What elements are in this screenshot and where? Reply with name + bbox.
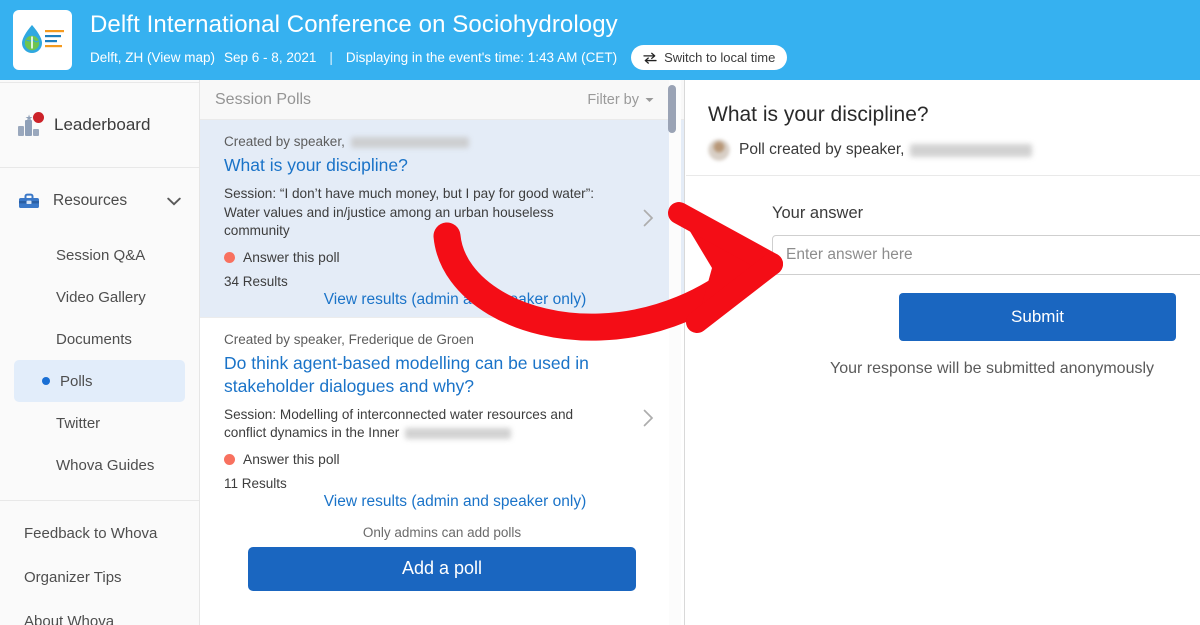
header-text-block: Delft International Conference on Socioh… [90, 10, 788, 70]
chevron-down-icon[interactable] [167, 197, 181, 206]
only-admins-note: Only admins can add polls [362, 524, 522, 540]
sidebar-item-about-whova[interactable]: About Whova [0, 599, 199, 625]
poll-detail-panel: What is your discipline? Poll created by… [686, 80, 1200, 625]
poll-answer-status: Answer this poll [224, 452, 666, 467]
sidebar: ★ Leaderboard Resources Session Q&A Vide… [0, 80, 200, 625]
page-title: Delft International Conference on Socioh… [90, 11, 618, 38]
polls-panel-title: Session Polls [215, 90, 312, 108]
answer-this-poll-label: Answer this poll [243, 249, 340, 265]
poll-created-by-text: Created by speaker, Frederique de Groen [224, 331, 474, 347]
your-answer-label: Your answer [772, 204, 864, 222]
answer-input[interactable] [772, 235, 1200, 275]
poll-detail-created-by: Poll created by speaker, [708, 139, 1200, 161]
sidebar-item-label-video-gallery: Video Gallery [56, 288, 146, 306]
polls-panel-header: Session Polls Filter by [200, 80, 684, 120]
sidebar-item-label-whova-guides: Whova Guides [56, 456, 155, 474]
meta-separator: | [329, 49, 333, 65]
poll-card[interactable]: Created by speaker, Frederique de Groen … [200, 316, 684, 519]
redacted-session-name [405, 427, 512, 439]
sidebar-item-label-about-whova: About Whova [24, 612, 115, 625]
sidebar-item-documents[interactable]: Documents [14, 318, 185, 360]
submit-button[interactable]: Submit [899, 293, 1176, 341]
switch-to-local-time-label: Switch to local time [664, 49, 776, 65]
poll-card[interactable]: Created by speaker, What is your discipl… [200, 120, 684, 317]
polls-scrollbar-track[interactable] [668, 80, 681, 625]
header-meta: Delft, ZH (View map) Sep 6 - 8, 2021 | D… [90, 45, 788, 70]
avatar [708, 139, 730, 161]
sidebar-item-label-polls: Polls [60, 372, 93, 390]
chevron-right-icon[interactable] [643, 209, 654, 227]
sidebar-item-label-feedback: Feedback to Whova [24, 524, 158, 542]
view-results-link[interactable]: View results (admin and speaker only) [224, 493, 666, 511]
sidebar-item-whova-guides[interactable]: Whova Guides [14, 444, 185, 486]
poll-results-count: 34 Results [224, 273, 288, 289]
poll-session-text: Session: Modelling of interconnected wat… [224, 406, 616, 443]
swap-arrows-icon [643, 52, 657, 64]
poll-detail-header: What is your discipline? Poll created by… [686, 80, 1200, 176]
notification-dot-icon [33, 112, 44, 123]
view-results-link[interactable]: View results (admin and speaker only) [224, 291, 666, 309]
poll-answer-form: Your answer Submit Your response will be… [686, 176, 1200, 378]
sidebar-divider-2 [0, 500, 199, 501]
leaderboard-icon: ★ [18, 112, 44, 136]
add-poll-button[interactable]: Add a poll [248, 546, 636, 591]
switch-to-local-time-button[interactable]: Switch to local time [631, 45, 788, 70]
poll-answer-status: Answer this poll [224, 250, 666, 265]
sidebar-item-label-session-qa: Session Q&A [56, 246, 146, 264]
poll-session-label: Session: Modelling of interconnected wat… [224, 406, 574, 441]
filter-by-label: Filter by [587, 91, 639, 108]
poll-created-by: Created by speaker, Frederique de Groen [224, 332, 666, 347]
time-display: Displaying in the event's time: 1:43 AM … [345, 49, 618, 65]
session-polls-panel: Session Polls Filter by Created by speak… [200, 80, 685, 625]
sidebar-item-feedback-to-whova[interactable]: Feedback to Whova [0, 511, 199, 555]
sidebar-item-label-twitter: Twitter [56, 414, 101, 432]
redacted-speaker-name [350, 136, 469, 148]
filter-by-dropdown[interactable]: Filter by [587, 92, 654, 108]
chevron-right-icon[interactable] [643, 409, 654, 427]
poll-created-by: Created by speaker, [224, 134, 666, 149]
chevron-down-icon [645, 97, 654, 102]
active-bullet-icon [42, 377, 50, 385]
sidebar-item-leaderboard[interactable]: ★ Leaderboard [0, 83, 199, 167]
answer-this-poll-label: Answer this poll [243, 451, 340, 467]
unanswered-dot-icon [224, 453, 235, 465]
sidebar-footer: Feedback to Whova Organizer Tips About W… [0, 511, 199, 625]
event-dates: Sep 6 - 8, 2021 [224, 49, 317, 65]
sidebar-item-organizer-tips[interactable]: Organizer Tips [0, 555, 199, 599]
sidebar-item-twitter[interactable]: Twitter [14, 402, 185, 444]
redacted-speaker-name [910, 143, 1033, 157]
poll-created-by-text: Created by speaker, [224, 134, 345, 149]
sidebar-item-video-gallery[interactable]: Video Gallery [14, 276, 185, 318]
polls-scrollbar-thumb[interactable] [668, 85, 676, 133]
poll-question-link[interactable]: Do think agent-based modelling can be us… [224, 352, 614, 398]
sidebar-item-label-leaderboard: Leaderboard [54, 115, 151, 134]
conference-logo [13, 10, 72, 70]
sidebar-item-session-qa[interactable]: Session Q&A [14, 234, 185, 276]
poll-question-link[interactable]: What is your discipline? [224, 154, 614, 177]
sidebar-item-polls[interactable]: Polls [14, 360, 185, 402]
poll-detail-question: What is your discipline? [708, 103, 929, 126]
sidebar-item-resources[interactable]: Resources [0, 168, 199, 234]
water-drop-globe-icon [21, 25, 64, 53]
whova-polls-page: Delft International Conference on Socioh… [0, 0, 1200, 625]
sidebar-item-label-documents: Documents [56, 330, 132, 348]
event-header: Delft International Conference on Socioh… [0, 0, 1200, 80]
poll-detail-created-by-text: Poll created by speaker, [739, 141, 905, 158]
unanswered-dot-icon [224, 251, 235, 263]
poll-session-text: Session: “I don’t have much money, but I… [224, 186, 594, 238]
event-location[interactable]: Delft, ZH (View map) [90, 49, 215, 67]
sidebar-item-label-resources: Resources [53, 192, 128, 209]
sidebar-item-label-organizer-tips: Organizer Tips [24, 568, 122, 586]
anonymous-note: Your response will be submitted anonymou… [830, 360, 1155, 377]
toolbox-icon [19, 193, 39, 208]
poll-results-count: 11 Results [224, 475, 287, 491]
